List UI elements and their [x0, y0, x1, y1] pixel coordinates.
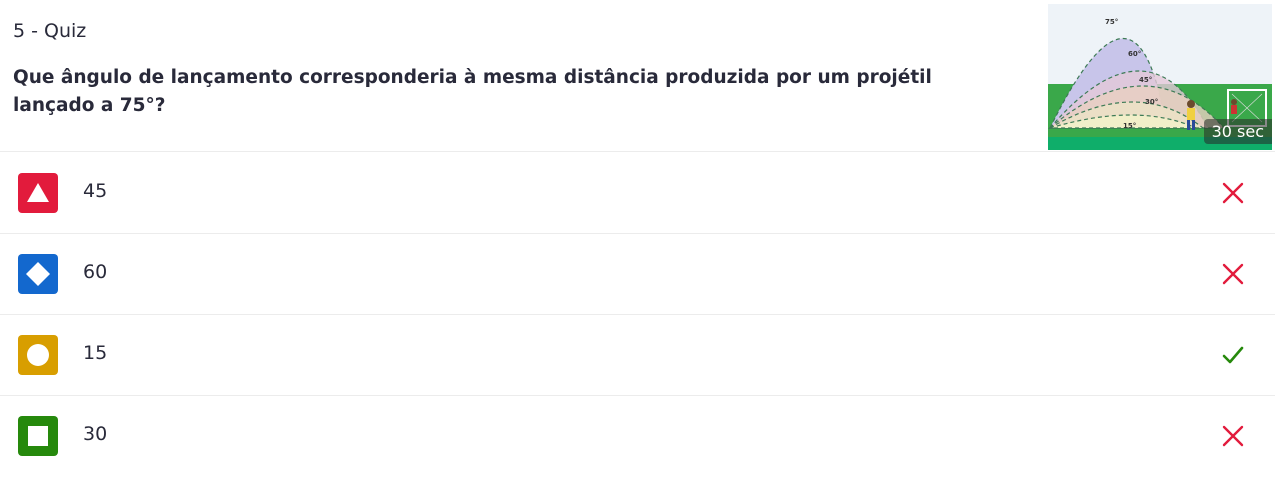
- angle-label-60: 60°: [1128, 50, 1141, 58]
- answer-list: 45 60 15 30: [0, 153, 1275, 476]
- correct-check-icon: [1220, 342, 1246, 368]
- angle-label-45: 45°: [1139, 76, 1152, 84]
- angle-label-75: 75°: [1105, 18, 1118, 26]
- question-header: 5 - Quiz Que ângulo de lançamento corres…: [0, 0, 1275, 152]
- answer-text: 30: [83, 423, 108, 445]
- quiz-number-label: 5 - Quiz: [13, 20, 87, 42]
- answer-text: 45: [83, 180, 108, 202]
- square-icon: [18, 416, 58, 456]
- answer-text: 60: [83, 261, 108, 283]
- incorrect-x-icon: [1220, 261, 1246, 287]
- incorrect-x-icon: [1220, 423, 1246, 449]
- incorrect-x-icon: [1220, 180, 1246, 206]
- angle-label-30: 30°: [1145, 98, 1158, 106]
- answer-option-4[interactable]: 30: [0, 396, 1275, 476]
- answer-text: 15: [83, 342, 108, 364]
- diamond-icon: [18, 254, 58, 294]
- triangle-icon: [18, 173, 58, 213]
- answer-option-2[interactable]: 60: [0, 234, 1275, 315]
- answer-option-1[interactable]: 45: [0, 153, 1275, 234]
- quiz-card: 5 - Quiz Que ângulo de lançamento corres…: [0, 0, 1275, 477]
- question-image[interactable]: 75° 60° 45° 30° 15° 30 sec: [1048, 4, 1272, 150]
- angle-label-15: 15°: [1123, 122, 1136, 130]
- answer-option-3[interactable]: 15: [0, 315, 1275, 396]
- circle-icon: [18, 335, 58, 375]
- time-limit-badge: 30 sec: [1203, 119, 1272, 144]
- question-text: Que ângulo de lançamento corresponderia …: [13, 67, 932, 116]
